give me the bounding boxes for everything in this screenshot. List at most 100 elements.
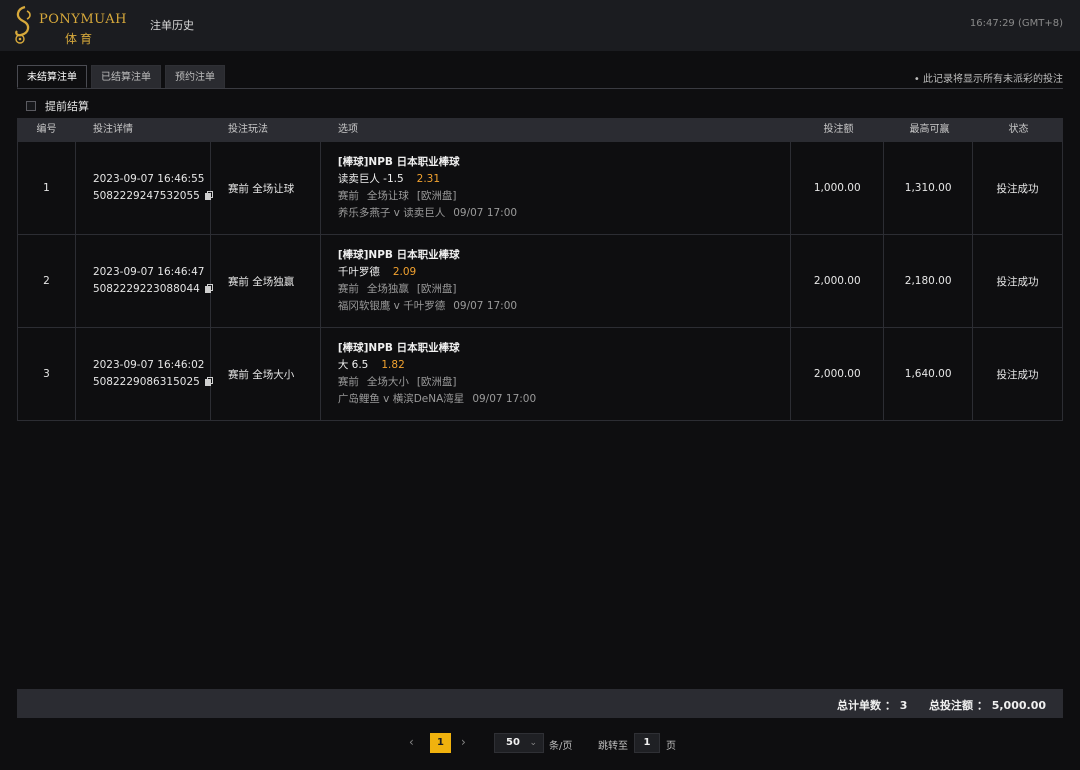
odds-format: [欧洲盘] <box>416 283 457 295</box>
pick-line: 大 6.5 1.82 <box>338 357 405 374</box>
ticket-line: 5082229247532055 <box>93 188 214 205</box>
market-type: 全场让球 <box>366 190 409 202</box>
bet-details: 2023-09-07 16:46:47 5082229223088044 <box>76 235 214 327</box>
page-current[interactable]: 1 <box>430 733 451 753</box>
ticket-number: 5082229247532055 <box>92 190 200 202</box>
stake: 2,000.00 <box>791 328 885 420</box>
pick-line: 千叶罗德 2.09 <box>338 264 416 281</box>
total-count-label: 总计单数 ： <box>837 699 896 712</box>
col-play: 投注玩法 <box>228 124 268 135</box>
pick: 千叶罗德 <box>337 266 380 278</box>
match-line: 养乐多燕子 v 读卖巨人 09/07 17:00 <box>338 205 517 222</box>
col-selection: 选项 <box>338 124 358 135</box>
brand-logo[interactable]: PONYMUAH 体育 <box>11 5 131 47</box>
tab-reserved[interactable]: 预约注单 <box>165 65 225 88</box>
bet-datetime: 2023-09-07 16:46:02 <box>92 359 205 371</box>
odds: 2.09 <box>392 266 417 278</box>
jump-label: 跳转至 <box>598 741 628 752</box>
totals-summary: 总计单数 ： 3 总投注额 ： 5,000.00 <box>837 697 1046 713</box>
bet-details: 2023-09-07 16:46:55 5082229247532055 <box>76 142 214 234</box>
next-page-icon[interactable]: › <box>461 735 466 749</box>
row-number: 1 <box>18 142 76 234</box>
col-max-win: 最高可赢 <box>909 124 950 135</box>
table-row: 2 2023-09-07 16:46:47 5082229223088044 赛… <box>17 235 1063 328</box>
pick-line: 读卖巨人 -1.5 2.31 <box>338 171 440 188</box>
odds-format: [欧洲盘] <box>416 190 457 202</box>
tab-settled[interactable]: 已结算注单 <box>91 65 161 88</box>
total-amount-label: 总投注额 ： <box>929 699 988 712</box>
total-amount: 5,000.00 <box>991 699 1046 712</box>
logo-emblem-icon <box>15 5 31 44</box>
bet-selection: [棒球]NPB 日本职业棒球 读卖巨人 -1.5 2.31 赛前 全场让球 [欧洲盘]… <box>321 142 792 234</box>
ticket-line: 5082229086315025 <box>93 374 214 391</box>
status-text: 投注成功 <box>996 275 1039 288</box>
clock: 16:47:29 (GMT+8) <box>969 18 1063 29</box>
copy-icon[interactable] <box>204 284 214 293</box>
row-number: 3 <box>18 328 76 420</box>
totals-bar: 总计单数 ： 3 总投注额 ： 5,000.00 <box>17 689 1063 718</box>
status-text: 投注成功 <box>996 368 1039 381</box>
league-name: [棒球]NPB 日本职业棒球 <box>337 342 460 354</box>
bet-play: 赛前 全场独赢 <box>211 235 321 327</box>
early-settle-option[interactable]: 提前结算 <box>26 98 89 114</box>
play-type: 赛前 全场独赢 <box>227 275 295 288</box>
market-line: 赛前 全场大小 [欧洲盘] <box>338 374 457 391</box>
bet-selection: [棒球]NPB 日本职业棒球 大 6.5 1.82 赛前 全场大小 [欧洲盘] 广岛鲤… <box>321 328 792 420</box>
max-win: 1,310.00 <box>884 142 974 234</box>
match-line: 福冈软银鹰 v 千叶罗德 09/07 17:00 <box>338 298 517 315</box>
play-type: 赛前 全场让球 <box>227 182 295 195</box>
jump-page-input[interactable]: 1 <box>634 733 660 753</box>
match-teams: 福冈软银鹰 v 千叶罗德 <box>337 300 446 312</box>
odds: 1.82 <box>381 359 405 371</box>
market-type: 全场独赢 <box>366 283 409 295</box>
pick: 读卖巨人 -1.5 <box>337 173 404 185</box>
odds: 2.31 <box>416 173 441 185</box>
market-line: 赛前 全场让球 [欧洲盘] <box>338 188 457 205</box>
copy-icon[interactable] <box>204 191 214 200</box>
ticket-number: 5082229086315025 <box>92 376 200 388</box>
bet-datetime: 2023-09-07 16:46:47 <box>92 266 205 278</box>
league-name: [棒球]NPB 日本职业棒球 <box>337 156 460 168</box>
tab-unsettled[interactable]: 未结算注单 <box>17 65 87 88</box>
table-row: 3 2023-09-07 16:46:02 5082229086315025 赛… <box>17 328 1063 421</box>
col-details: 投注详情 <box>93 124 133 135</box>
logo-subtext: 体育 <box>65 32 96 46</box>
page-label: 页 <box>666 741 676 752</box>
tab-divider <box>17 88 1063 89</box>
bet-details: 2023-09-07 16:46:02 5082229086315025 <box>76 328 214 420</box>
match-time: 09/07 17:00 <box>472 393 537 405</box>
prev-page-icon[interactable]: ‹ <box>409 735 414 749</box>
pick: 大 6.5 <box>337 359 369 371</box>
top-header: PONYMUAH 体育 注单历史 16:47:29 (GMT+8) <box>0 0 1080 51</box>
market-type: 全场大小 <box>366 376 409 388</box>
early-settle-label: 提前结算 <box>45 100 89 113</box>
page-size-unit: 条/页 <box>549 741 573 752</box>
copy-icon[interactable] <box>204 377 214 386</box>
play-type: 赛前 全场大小 <box>227 368 295 381</box>
table-row: 1 2023-09-07 16:46:55 5082229247532055 赛… <box>17 142 1063 235</box>
bet-play: 赛前 全场大小 <box>211 328 321 420</box>
row-number: 2 <box>18 235 76 327</box>
chevron-down-icon: ⌄ <box>529 738 537 748</box>
odds-format: [欧洲盘] <box>416 376 457 388</box>
nav-bet-history[interactable]: 注单历史 <box>150 17 194 33</box>
early-settle-checkbox[interactable] <box>26 101 36 111</box>
stake: 2,000.00 <box>791 235 885 327</box>
page-size-value: 50 <box>506 737 520 748</box>
match-time: 09/07 17:00 <box>453 207 518 219</box>
page-size-select[interactable]: 50 ⌄ <box>494 733 544 753</box>
total-count: 3 <box>899 699 908 712</box>
match-line: 广岛鲤鱼 v 横滨DeNA湾星 09/07 17:00 <box>338 391 536 408</box>
bet-selection: [棒球]NPB 日本职业棒球 千叶罗德 2.09 赛前 全场独赢 [欧洲盘] 福冈软银… <box>321 235 792 327</box>
bets-table: 编号 投注详情 投注玩法 选项 投注额 最高可赢 状态 1 2023-09-07… <box>17 118 1063 421</box>
max-win: 2,180.00 <box>884 235 974 327</box>
table-header: 编号 投注详情 投注玩法 选项 投注额 最高可赢 状态 <box>17 118 1063 142</box>
bet-datetime: 2023-09-07 16:46:55 <box>92 173 205 185</box>
match-teams: 养乐多燕子 v 读卖巨人 <box>337 207 446 219</box>
market-stage: 赛前 <box>337 190 359 202</box>
bet-play: 赛前 全场让球 <box>211 142 321 234</box>
match-teams: 广岛鲤鱼 v 横滨DeNA湾星 <box>337 393 465 405</box>
stake: 1,000.00 <box>791 142 885 234</box>
record-note: • 此记录将显示所有未派彩的投注 <box>913 74 1063 85</box>
col-status: 状态 <box>1008 124 1029 135</box>
